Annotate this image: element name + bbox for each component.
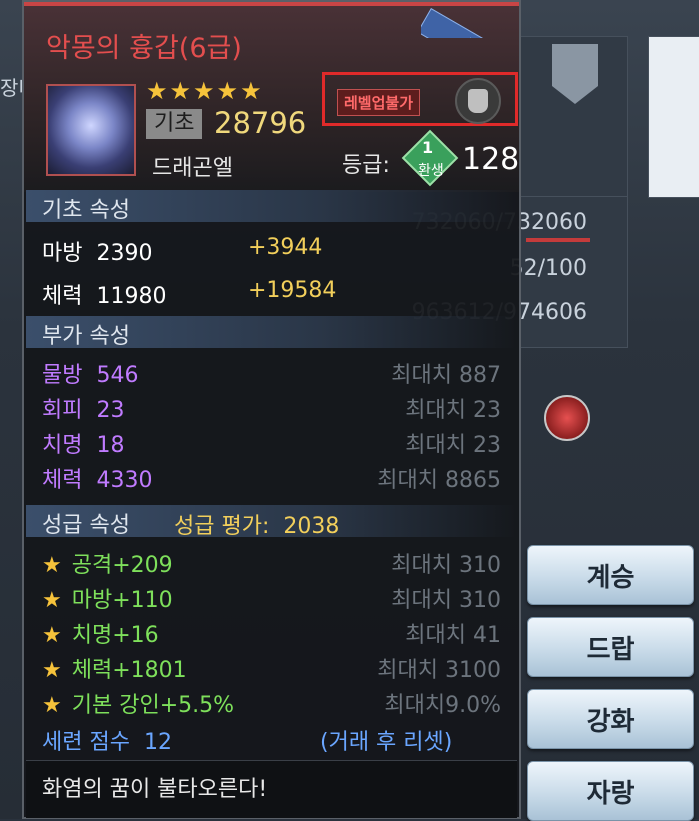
bg-stat-2: 52/100 (509, 256, 587, 281)
level-up-box: 레벨업불가 (322, 72, 518, 126)
star-row: ★ 기본 강인+5.5% (42, 693, 235, 718)
boast-button[interactable]: 자랑 (527, 761, 694, 821)
armor-slot-icon[interactable] (455, 78, 501, 124)
extra-row: 물방 546 (42, 363, 139, 388)
star-row: ★ 마방+110 (42, 588, 173, 613)
rebirth-number: 1 (422, 138, 434, 157)
item-title: 악몽의 흉갑(6급) (46, 33, 242, 64)
refine-score: 세련 점수 12 (42, 730, 172, 755)
item-stars: ★★★★★ (146, 77, 264, 105)
extra-row: 체력 4330 (42, 468, 153, 493)
section-title: 부가 속성 (42, 324, 130, 349)
base-score: 28796 (214, 106, 307, 140)
star-row: ★ 공격+209 (42, 553, 173, 578)
star-icon: ★ (42, 623, 62, 648)
rocket-icon[interactable] (544, 395, 590, 441)
star-row: ★ 체력+1801 (42, 658, 187, 683)
star-max: 최대치 3100 (377, 658, 501, 683)
star-max: 최대치 310 (391, 588, 501, 613)
star-max: 최대치9.0% (384, 693, 501, 718)
section-title: 기초 속성 (42, 198, 130, 223)
basic-bonus: +19584 (248, 278, 337, 303)
flavor-text: 화염의 꿈이 불타오른다! (42, 777, 268, 802)
inherit-button[interactable]: 계승 (527, 545, 694, 605)
equipped-ribbon: 장착중 (421, 0, 541, 38)
extra-row: 회피 23 (42, 398, 125, 423)
basic-attributes-header: 기초 속성 (26, 190, 517, 223)
item-owner-name: 드래곤엘 (152, 156, 233, 181)
star-icon: ★ (42, 658, 62, 683)
enhance-button[interactable]: 강화 (527, 689, 694, 749)
basic-row: 체력 11980 (42, 284, 167, 309)
basic-bonus: +3944 (248, 235, 323, 260)
star-max: 최대치 310 (391, 553, 501, 578)
extra-attributes-header: 부가 속성 (26, 316, 517, 349)
health-bar (526, 238, 590, 242)
item-tooltip: 장착중 악몽의 흉갑(6급) ★★★★★ 기초 28796 드래곤엘 레벨업불가… (22, 0, 541, 819)
item-portrait (46, 84, 136, 176)
star-icon: ★ (42, 693, 62, 718)
basic-row: 마방 2390 (42, 241, 153, 266)
star-icon: ★ (42, 553, 62, 578)
star-row: ★ 치명+16 (42, 623, 159, 648)
extra-max: 최대치 8865 (377, 468, 501, 493)
star-icon: ★ (42, 588, 62, 613)
extra-max: 최대치 887 (391, 363, 501, 388)
grade-label: 등급: (342, 153, 390, 178)
flavor-text-bar: 화염의 꿈이 불타오른다! (26, 760, 517, 818)
extra-max: 최대치 23 (405, 398, 501, 423)
refine-note: (거래 후 리셋) (320, 730, 453, 755)
extra-row: 치명 18 (42, 433, 125, 458)
equipped-label: 장착중 (421, 8, 541, 38)
star-max: 최대치 41 (405, 623, 501, 648)
drop-button[interactable]: 드랍 (527, 617, 694, 677)
grade-value: 128 (462, 142, 520, 177)
background-right-panel (648, 36, 699, 198)
star-eval: 성급 평가: 2038 (174, 514, 340, 539)
rebirth-label: 환생 (418, 163, 444, 179)
extra-max: 최대치 23 (405, 433, 501, 458)
section-title: 성급 속성 (42, 513, 130, 538)
level-up-button[interactable]: 레벨업불가 (337, 89, 421, 116)
base-tag: 기초 (146, 109, 203, 139)
